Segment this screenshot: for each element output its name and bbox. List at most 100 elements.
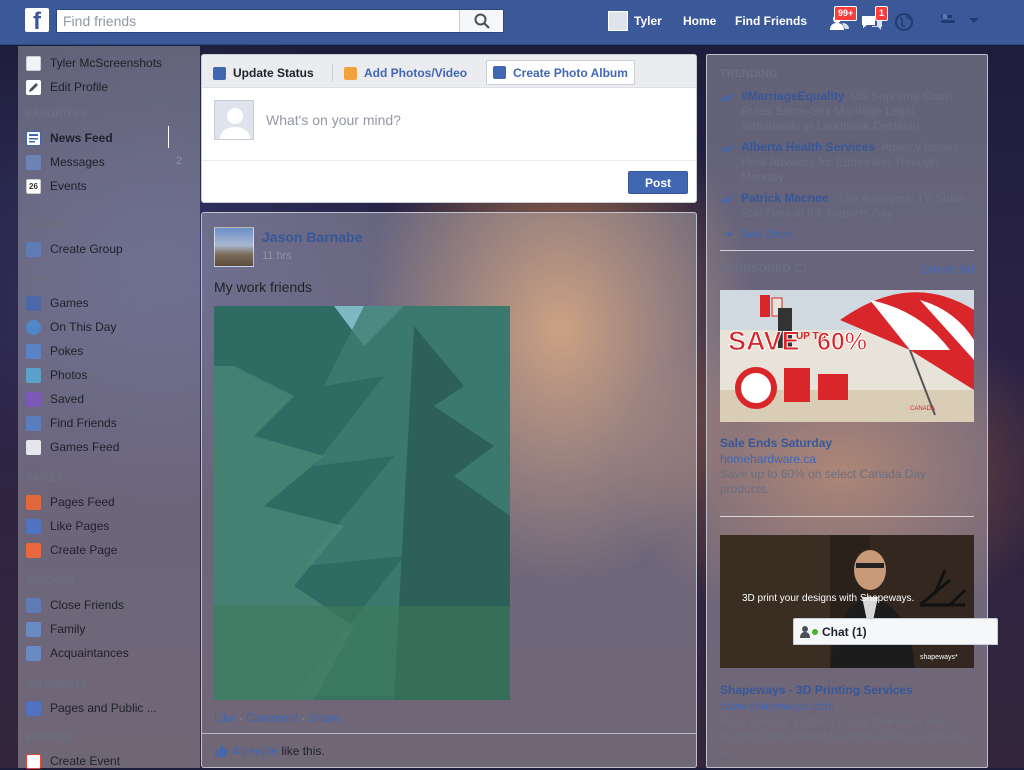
sidebar-item-label: Messages (50, 155, 105, 169)
sidebar-item-create-group[interactable]: Create Group (26, 240, 123, 258)
sidebar-item-label: Create Event (50, 754, 121, 768)
search-input[interactable] (57, 10, 457, 32)
sidebar-item-events[interactable]: 26 Events (26, 177, 87, 195)
likes-count-link[interactable]: 4 people (232, 744, 278, 758)
sidebar-item-create-page[interactable]: Create Page (26, 541, 117, 559)
like-link[interactable]: Like (214, 711, 236, 725)
trending-arrow-icon (720, 144, 734, 153)
comment-link[interactable]: Comment (246, 711, 298, 725)
rss-feed-icon (26, 700, 41, 716)
trending-topic[interactable]: Alberta Health Services (741, 140, 875, 154)
bookmark-icon (26, 391, 41, 407)
facebook-logo-icon[interactable]: f (25, 8, 49, 32)
user-avatar[interactable] (608, 11, 628, 31)
home-link[interactable]: Home (683, 0, 716, 42)
likes-summary: 4 people like this. (202, 733, 696, 767)
sidebar-item-messages[interactable]: Messages (26, 153, 105, 171)
profile-link[interactable]: Tyler (634, 0, 662, 42)
selected-indicator (168, 126, 169, 148)
sidebar-item-label: Games Feed (50, 440, 120, 454)
account-settings-button[interactable] (966, 10, 990, 34)
post-text: My work friends (214, 279, 313, 295)
sidebar-item-on-this-day[interactable]: On This Day (26, 318, 116, 336)
share-link[interactable]: Share (308, 711, 340, 725)
news-feed-icon (26, 130, 41, 146)
trending-topic[interactable]: #MarriageEquality (741, 89, 844, 103)
sidebar-item-family[interactable]: Family (26, 620, 85, 638)
trending-item[interactable]: Alberta Health Services: Agency Issues H… (720, 140, 975, 188)
tab-update-status[interactable]: Update Status (207, 61, 320, 85)
sidebar-item-close-friends[interactable]: Close Friends (26, 596, 124, 614)
ad-image-shapeways[interactable]: 3D print your designs with Shapeways. sh… (720, 535, 974, 668)
search-icon (474, 13, 490, 29)
album-icon (493, 66, 506, 79)
sidebar-item-like-pages[interactable]: Like Pages (26, 517, 109, 535)
trending-item[interactable]: #MarriageEquality: US Supreme Court Rule… (720, 89, 975, 137)
ad-url[interactable]: homehardware.ca (720, 452, 816, 466)
messages-badge: 1 (875, 6, 889, 21)
sidebar-item-label: Create Page (50, 543, 118, 557)
divider (720, 516, 974, 517)
sidebar-item-pokes[interactable]: Pokes (26, 342, 83, 360)
ad-url[interactable]: www.shapeways.com (720, 699, 835, 713)
sidebar-item-photos[interactable]: Photos (26, 366, 87, 384)
friend-requests-button[interactable]: 99+ (828, 6, 858, 34)
sidebar-item-games[interactable]: Games (26, 294, 89, 312)
sidebar-item-profile[interactable]: Tyler McScreenshots (26, 54, 162, 72)
sidebar-item-games-feed[interactable]: Games Feed (26, 438, 119, 456)
find-friends-link[interactable]: Find Friends (735, 0, 807, 42)
post-author[interactable]: Jason Barnabe (262, 229, 362, 245)
chat-label: Chat (1) (822, 624, 867, 639)
status-input[interactable]: What's on your mind? (266, 112, 401, 128)
ad-title[interactable]: Sale Ends Saturday (720, 436, 832, 450)
ad-title[interactable]: Shapeways - 3D Printing Services (720, 683, 913, 697)
search-box (56, 9, 504, 33)
apps-header: APPS (26, 274, 56, 286)
globe-icon (895, 13, 913, 31)
top-navigation-bar: f Tyler Home Find Friends 99+ 1 (0, 0, 1024, 45)
trending-topic[interactable]: Patrick Macnee (741, 191, 828, 205)
create-group-icon (26, 241, 41, 257)
see-more-link[interactable]: See More (720, 227, 975, 243)
composer-footer: Post (202, 160, 696, 202)
sidebar-item-label: Create Group (50, 242, 123, 256)
sidebar-item-acquaintances[interactable]: Acquaintances (26, 644, 129, 662)
ad-image-sale[interactable]: SAVE UP TO 60% CANADA (720, 290, 974, 422)
sidebar-item-label: Games (50, 296, 89, 310)
sidebar-item-label: On This Day (50, 320, 117, 334)
sidebar-item-pages-and-public[interactable]: Pages and Public ... (26, 699, 157, 717)
chat-tab[interactable]: Chat (1) (793, 618, 998, 645)
family-icon (26, 621, 41, 637)
messages-icon (26, 154, 41, 170)
pencil-icon (26, 79, 41, 95)
sidebar-item-create-event[interactable]: Create Event (26, 752, 120, 770)
chat-user-icon (800, 625, 818, 638)
pages-header: PAGES (26, 472, 64, 484)
sidebar-item-news-feed[interactable]: News Feed (26, 129, 113, 147)
profile-avatar-icon (26, 55, 41, 71)
messages-button[interactable]: 1 (860, 6, 889, 34)
ad-choices-icon[interactable] (795, 263, 806, 274)
sidebar-item-label: Saved (50, 392, 85, 406)
post-photo[interactable] (214, 306, 510, 700)
sidebar-item-pages-feed[interactable]: Pages Feed (26, 493, 115, 511)
composer-tabs: Update Status Add Photos/Video Create Ph… (202, 55, 696, 88)
trending-item[interactable]: Patrick Macnee: 'The Avengers' TV Show S… (720, 191, 975, 223)
trending-header: TRENDING (720, 68, 778, 80)
create-ad-link[interactable]: Create Ad (921, 262, 974, 276)
tab-add-photos-video[interactable]: Add Photos/Video (338, 61, 473, 85)
ad-save-text: SAVE (728, 326, 800, 356)
post-button[interactable]: Post (628, 171, 688, 194)
favorites-header: FAVORITES (26, 108, 88, 120)
search-button[interactable] (459, 10, 503, 32)
privacy-shortcuts-button[interactable] (938, 10, 962, 34)
tab-create-photo-album[interactable]: Create Photo Album (486, 60, 635, 85)
sidebar-item-edit-profile[interactable]: Edit Profile (26, 78, 108, 96)
sidebar-item-find-friends[interactable]: Find Friends (26, 414, 117, 432)
notifications-button[interactable] (892, 10, 916, 34)
sidebar-item-saved[interactable]: Saved (26, 390, 84, 408)
friend-requests-badge: 99+ (834, 6, 858, 21)
tab-label: Update Status (233, 66, 314, 80)
post-timestamp[interactable]: 11 hrs (262, 250, 292, 262)
author-avatar[interactable] (214, 227, 254, 267)
